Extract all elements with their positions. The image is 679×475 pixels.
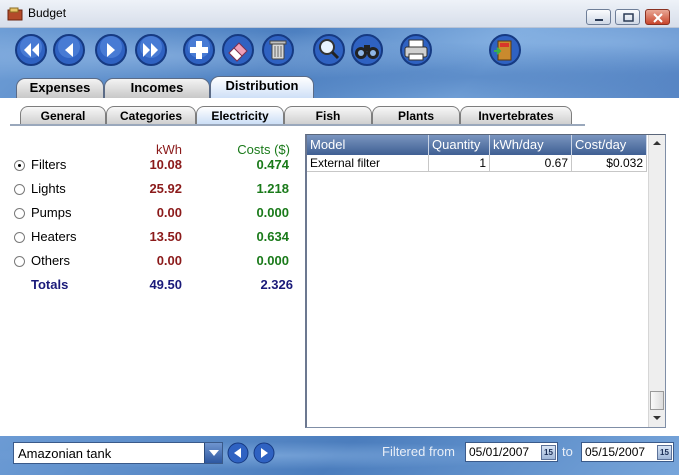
scroll-thumb[interactable] — [650, 391, 664, 410]
trash-icon — [269, 40, 287, 60]
subtab-invertebrates[interactable]: Invertebrates — [460, 106, 572, 125]
totals-label: Totals — [31, 277, 69, 292]
equipment-table[interactable]: Model Quantity kWh/day Cost/day External… — [305, 134, 666, 428]
next-record-button[interactable] — [94, 33, 128, 67]
row-label: Pumps — [31, 205, 72, 220]
column-header-kwh-day[interactable]: kWh/day — [490, 135, 572, 155]
kwh-value: 0.00 — [156, 205, 182, 220]
radio-lights[interactable] — [14, 184, 25, 195]
find-button[interactable] — [350, 33, 384, 67]
totals-cost: 2.326 — [260, 277, 293, 292]
subtab-categories[interactable]: Categories — [106, 106, 196, 125]
maximize-button[interactable] — [615, 9, 640, 25]
to-label: to — [562, 444, 573, 459]
kwh-value: 25.92 — [149, 181, 182, 196]
chevron-down-icon — [209, 450, 219, 456]
cost-value: 0.634 — [256, 229, 289, 244]
table-cell-model[interactable]: External filter — [307, 155, 429, 172]
column-header-model[interactable]: Model — [307, 135, 429, 155]
subtab-plants[interactable]: Plants — [372, 106, 460, 125]
search-button[interactable] — [312, 33, 346, 67]
table-cell-kwh-day[interactable]: 0.67 — [490, 155, 572, 172]
close-icon — [653, 13, 663, 23]
row-label: Filters — [31, 157, 67, 172]
minimize-icon — [595, 19, 603, 21]
budget-app-icon — [7, 7, 23, 21]
table-cell-cost-day[interactable]: $0.032 — [572, 155, 647, 172]
table-cell-quantity[interactable]: 1 — [429, 155, 490, 172]
cost-value: 0.000 — [256, 253, 289, 268]
first-record-button[interactable] — [14, 33, 48, 67]
from-date-value: 05/01/2007 — [469, 445, 530, 459]
subtab-fish[interactable]: Fish — [284, 106, 372, 125]
subtab-electricity[interactable]: Electricity — [196, 106, 284, 125]
radio-heaters[interactable] — [14, 232, 25, 243]
totals-kwh: 49.50 — [149, 277, 182, 292]
subtab-divider — [10, 124, 585, 126]
radio-filters[interactable] — [14, 160, 25, 171]
scroll-down-icon[interactable] — [649, 410, 665, 426]
previous-tank-button[interactable] — [227, 442, 249, 464]
from-date-field[interactable]: 05/01/2007 15 — [465, 442, 558, 462]
cost-value: 1.218 — [256, 181, 289, 196]
filtered-from-label: Filtered from — [382, 444, 455, 459]
tab-distribution[interactable]: Distribution — [210, 76, 314, 98]
cost-header: Costs ($) — [237, 142, 290, 157]
title-bar: Budget — [0, 0, 679, 28]
next-tank-button[interactable] — [253, 442, 275, 464]
cost-value: 0.474 — [256, 157, 289, 172]
previous-record-button[interactable] — [52, 33, 86, 67]
radio-pumps[interactable] — [14, 208, 25, 219]
dropdown-button[interactable] — [204, 443, 222, 463]
tab-expenses[interactable]: Expenses — [16, 78, 104, 98]
exit-button[interactable] — [488, 33, 522, 67]
calendar-icon[interactable]: 15 — [657, 445, 672, 460]
table-scrollbar[interactable] — [648, 135, 665, 427]
cost-value: 0.000 — [256, 205, 289, 220]
row-label: Others — [31, 253, 71, 268]
window-title: Budget — [28, 6, 67, 20]
column-header-quantity[interactable]: Quantity — [429, 135, 490, 155]
to-date-value: 05/15/2007 — [585, 445, 646, 459]
maximize-icon — [623, 13, 634, 22]
calendar-icon[interactable]: 15 — [541, 445, 556, 460]
tank-selector[interactable]: Amazonian tank — [13, 442, 223, 464]
erase-button[interactable] — [221, 33, 255, 67]
tab-incomes[interactable]: Incomes — [104, 78, 210, 98]
row-label: Heaters — [31, 229, 77, 244]
add-button[interactable] — [182, 33, 216, 67]
scroll-up-icon[interactable] — [649, 135, 665, 151]
minimize-button[interactable] — [586, 9, 611, 25]
print-button[interactable] — [399, 33, 433, 67]
tank-name: Amazonian tank — [18, 446, 112, 461]
kwh-value: 13.50 — [149, 229, 182, 244]
close-button[interactable] — [645, 9, 670, 25]
row-label: Lights — [31, 181, 66, 196]
last-record-button[interactable] — [134, 33, 168, 67]
kwh-header: kWh — [156, 142, 182, 157]
delete-button[interactable] — [261, 33, 295, 67]
radio-others[interactable] — [14, 256, 25, 267]
kwh-value: 0.00 — [156, 253, 182, 268]
kwh-value: 10.08 — [149, 157, 182, 172]
column-header-cost-day[interactable]: Cost/day — [572, 135, 647, 155]
to-date-field[interactable]: 05/15/2007 15 — [581, 442, 674, 462]
subtab-general[interactable]: General — [20, 106, 106, 125]
